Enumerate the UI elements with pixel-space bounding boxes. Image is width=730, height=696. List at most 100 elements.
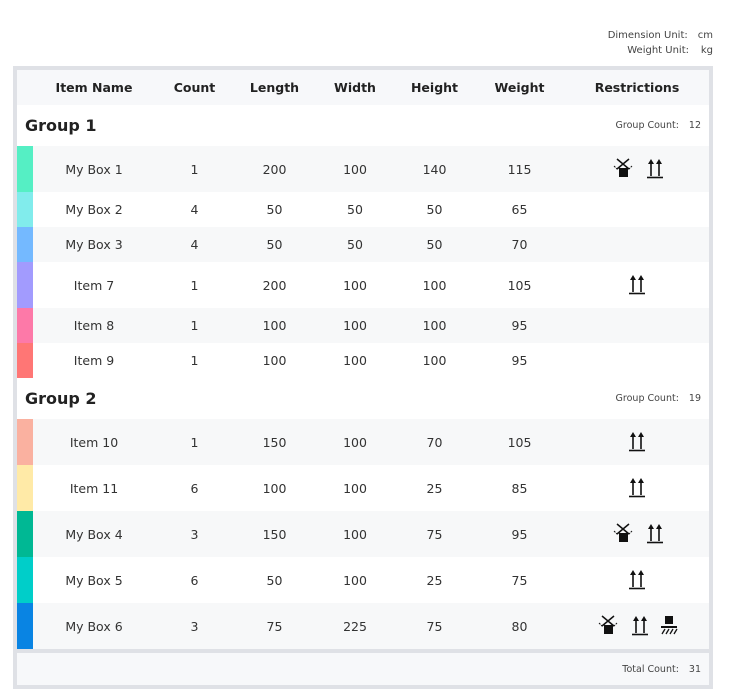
cell-weight: 80 — [511, 618, 528, 634]
table-row[interactable]: My Box 2 4 50 50 50 65 — [17, 192, 709, 227]
cell-count: 1 — [190, 353, 199, 368]
cell-width: 100 — [343, 434, 367, 450]
dimension-unit-label: Dimension Unit: — [607, 30, 688, 41]
item-color-swatch — [17, 308, 33, 343]
cell-count: 1 — [190, 318, 199, 333]
bottom-only-icon — [659, 614, 679, 639]
cell-height: 75 — [426, 526, 443, 542]
item-color-swatch — [17, 343, 33, 378]
cell-restrictions — [565, 430, 709, 455]
table-row[interactable]: My Box 6 3 75 225 75 80 — [17, 603, 709, 649]
cell-count: 3 — [190, 618, 199, 634]
cell-width: 225 — [343, 618, 367, 634]
cell-weight: 75 — [511, 572, 528, 588]
cell-name: Item 7 — [73, 277, 115, 293]
cell-name: Item 11 — [69, 480, 119, 496]
item-color-swatch — [17, 465, 33, 511]
group-count-value: 12 — [688, 120, 701, 131]
item-color-swatch — [17, 227, 33, 262]
cell-count: 3 — [190, 526, 199, 542]
col-length: Length — [249, 80, 300, 95]
cell-width: 100 — [343, 161, 367, 177]
group-header: Group 2 Group Count: 19 — [17, 378, 709, 419]
cell-weight: 95 — [511, 353, 528, 368]
unit-info: Dimension Unit: cm Weight Unit: kg — [608, 28, 713, 58]
cell-height: 100 — [422, 277, 447, 293]
cell-weight: 105 — [507, 277, 532, 293]
cell-name: Item 9 — [73, 353, 115, 368]
cell-width: 100 — [343, 480, 367, 496]
cell-length: 100 — [262, 353, 287, 368]
cell-count: 4 — [190, 202, 199, 217]
group-name: Group 1 — [25, 116, 97, 135]
cell-name: Item 8 — [73, 318, 115, 333]
cell-restrictions — [565, 521, 709, 548]
cell-width: 100 — [343, 526, 367, 542]
col-count: Count — [173, 80, 216, 95]
items-table: Item Name Count Length Width Height Weig… — [13, 66, 713, 689]
col-height: Height — [410, 80, 459, 95]
group-count-label: Group Count: — [615, 393, 679, 404]
cell-width: 100 — [343, 277, 367, 293]
cell-length: 200 — [262, 277, 287, 293]
group-name: Group 2 — [25, 389, 97, 408]
cell-name: My Box 5 — [65, 572, 123, 588]
cell-length: 200 — [262, 161, 287, 177]
table-row[interactable]: My Box 4 3 150 100 75 95 — [17, 511, 709, 557]
cell-height: 75 — [426, 618, 443, 634]
cell-restrictions — [565, 568, 709, 593]
table-row[interactable]: My Box 3 4 50 50 50 70 — [17, 227, 709, 262]
cell-width: 100 — [343, 318, 367, 333]
dimension-unit-value: cm — [697, 30, 713, 41]
cell-length: 50 — [266, 237, 283, 252]
col-weight: Weight — [494, 80, 545, 95]
cell-width: 100 — [343, 572, 367, 588]
table-row[interactable]: Item 9 1 100 100 100 95 — [17, 343, 709, 378]
this-side-up-icon — [646, 157, 664, 182]
cell-name: My Box 2 — [65, 202, 123, 217]
cell-weight: 95 — [511, 526, 528, 542]
col-width: Width — [334, 80, 376, 95]
weight-unit-label: Weight Unit: — [627, 45, 689, 56]
item-color-swatch — [17, 603, 33, 649]
table-header: Item Name Count Length Width Height Weig… — [17, 70, 709, 105]
weight-unit-value: kg — [700, 45, 713, 56]
cell-name: My Box 4 — [65, 526, 123, 542]
cell-height: 25 — [426, 480, 443, 496]
cell-height: 50 — [426, 237, 443, 252]
total-count-label: Total Count: — [622, 663, 679, 675]
this-side-up-icon — [646, 522, 664, 547]
cell-length: 100 — [262, 318, 287, 333]
item-color-swatch — [17, 262, 33, 308]
item-color-swatch — [17, 192, 33, 227]
this-side-up-icon — [628, 568, 646, 593]
table-row[interactable]: My Box 1 1 200 100 140 115 — [17, 146, 709, 192]
cell-weight: 65 — [511, 202, 528, 217]
cell-count: 6 — [190, 572, 199, 588]
table-row[interactable]: Item 10 1 150 100 70 105 — [17, 419, 709, 465]
table-row[interactable]: My Box 5 6 50 100 25 75 — [17, 557, 709, 603]
this-side-up-icon — [628, 476, 646, 501]
cell-count: 4 — [190, 237, 199, 252]
cell-width: 100 — [343, 353, 367, 368]
cell-height: 50 — [426, 202, 443, 217]
total-count-value: 31 — [688, 663, 701, 675]
item-color-swatch — [17, 419, 33, 465]
col-item-name: Item Name — [55, 80, 133, 95]
cell-name: My Box 3 — [65, 237, 123, 252]
cell-name: My Box 1 — [65, 161, 123, 177]
cell-length: 150 — [262, 434, 287, 450]
cell-weight: 85 — [511, 480, 528, 496]
no-tilt-icon — [610, 156, 636, 183]
cell-length: 50 — [266, 572, 283, 588]
cell-length: 75 — [266, 618, 283, 634]
table-row[interactable]: Item 8 1 100 100 100 95 — [17, 308, 709, 343]
this-side-up-icon — [628, 430, 646, 455]
col-restrictions: Restrictions — [594, 80, 680, 95]
cell-length: 100 — [262, 480, 287, 496]
table-row[interactable]: Item 7 1 200 100 100 105 — [17, 262, 709, 308]
table-row[interactable]: Item 11 6 100 100 25 85 — [17, 465, 709, 511]
cell-restrictions — [565, 273, 709, 298]
cell-count: 1 — [190, 161, 199, 177]
cell-height: 70 — [426, 434, 443, 450]
